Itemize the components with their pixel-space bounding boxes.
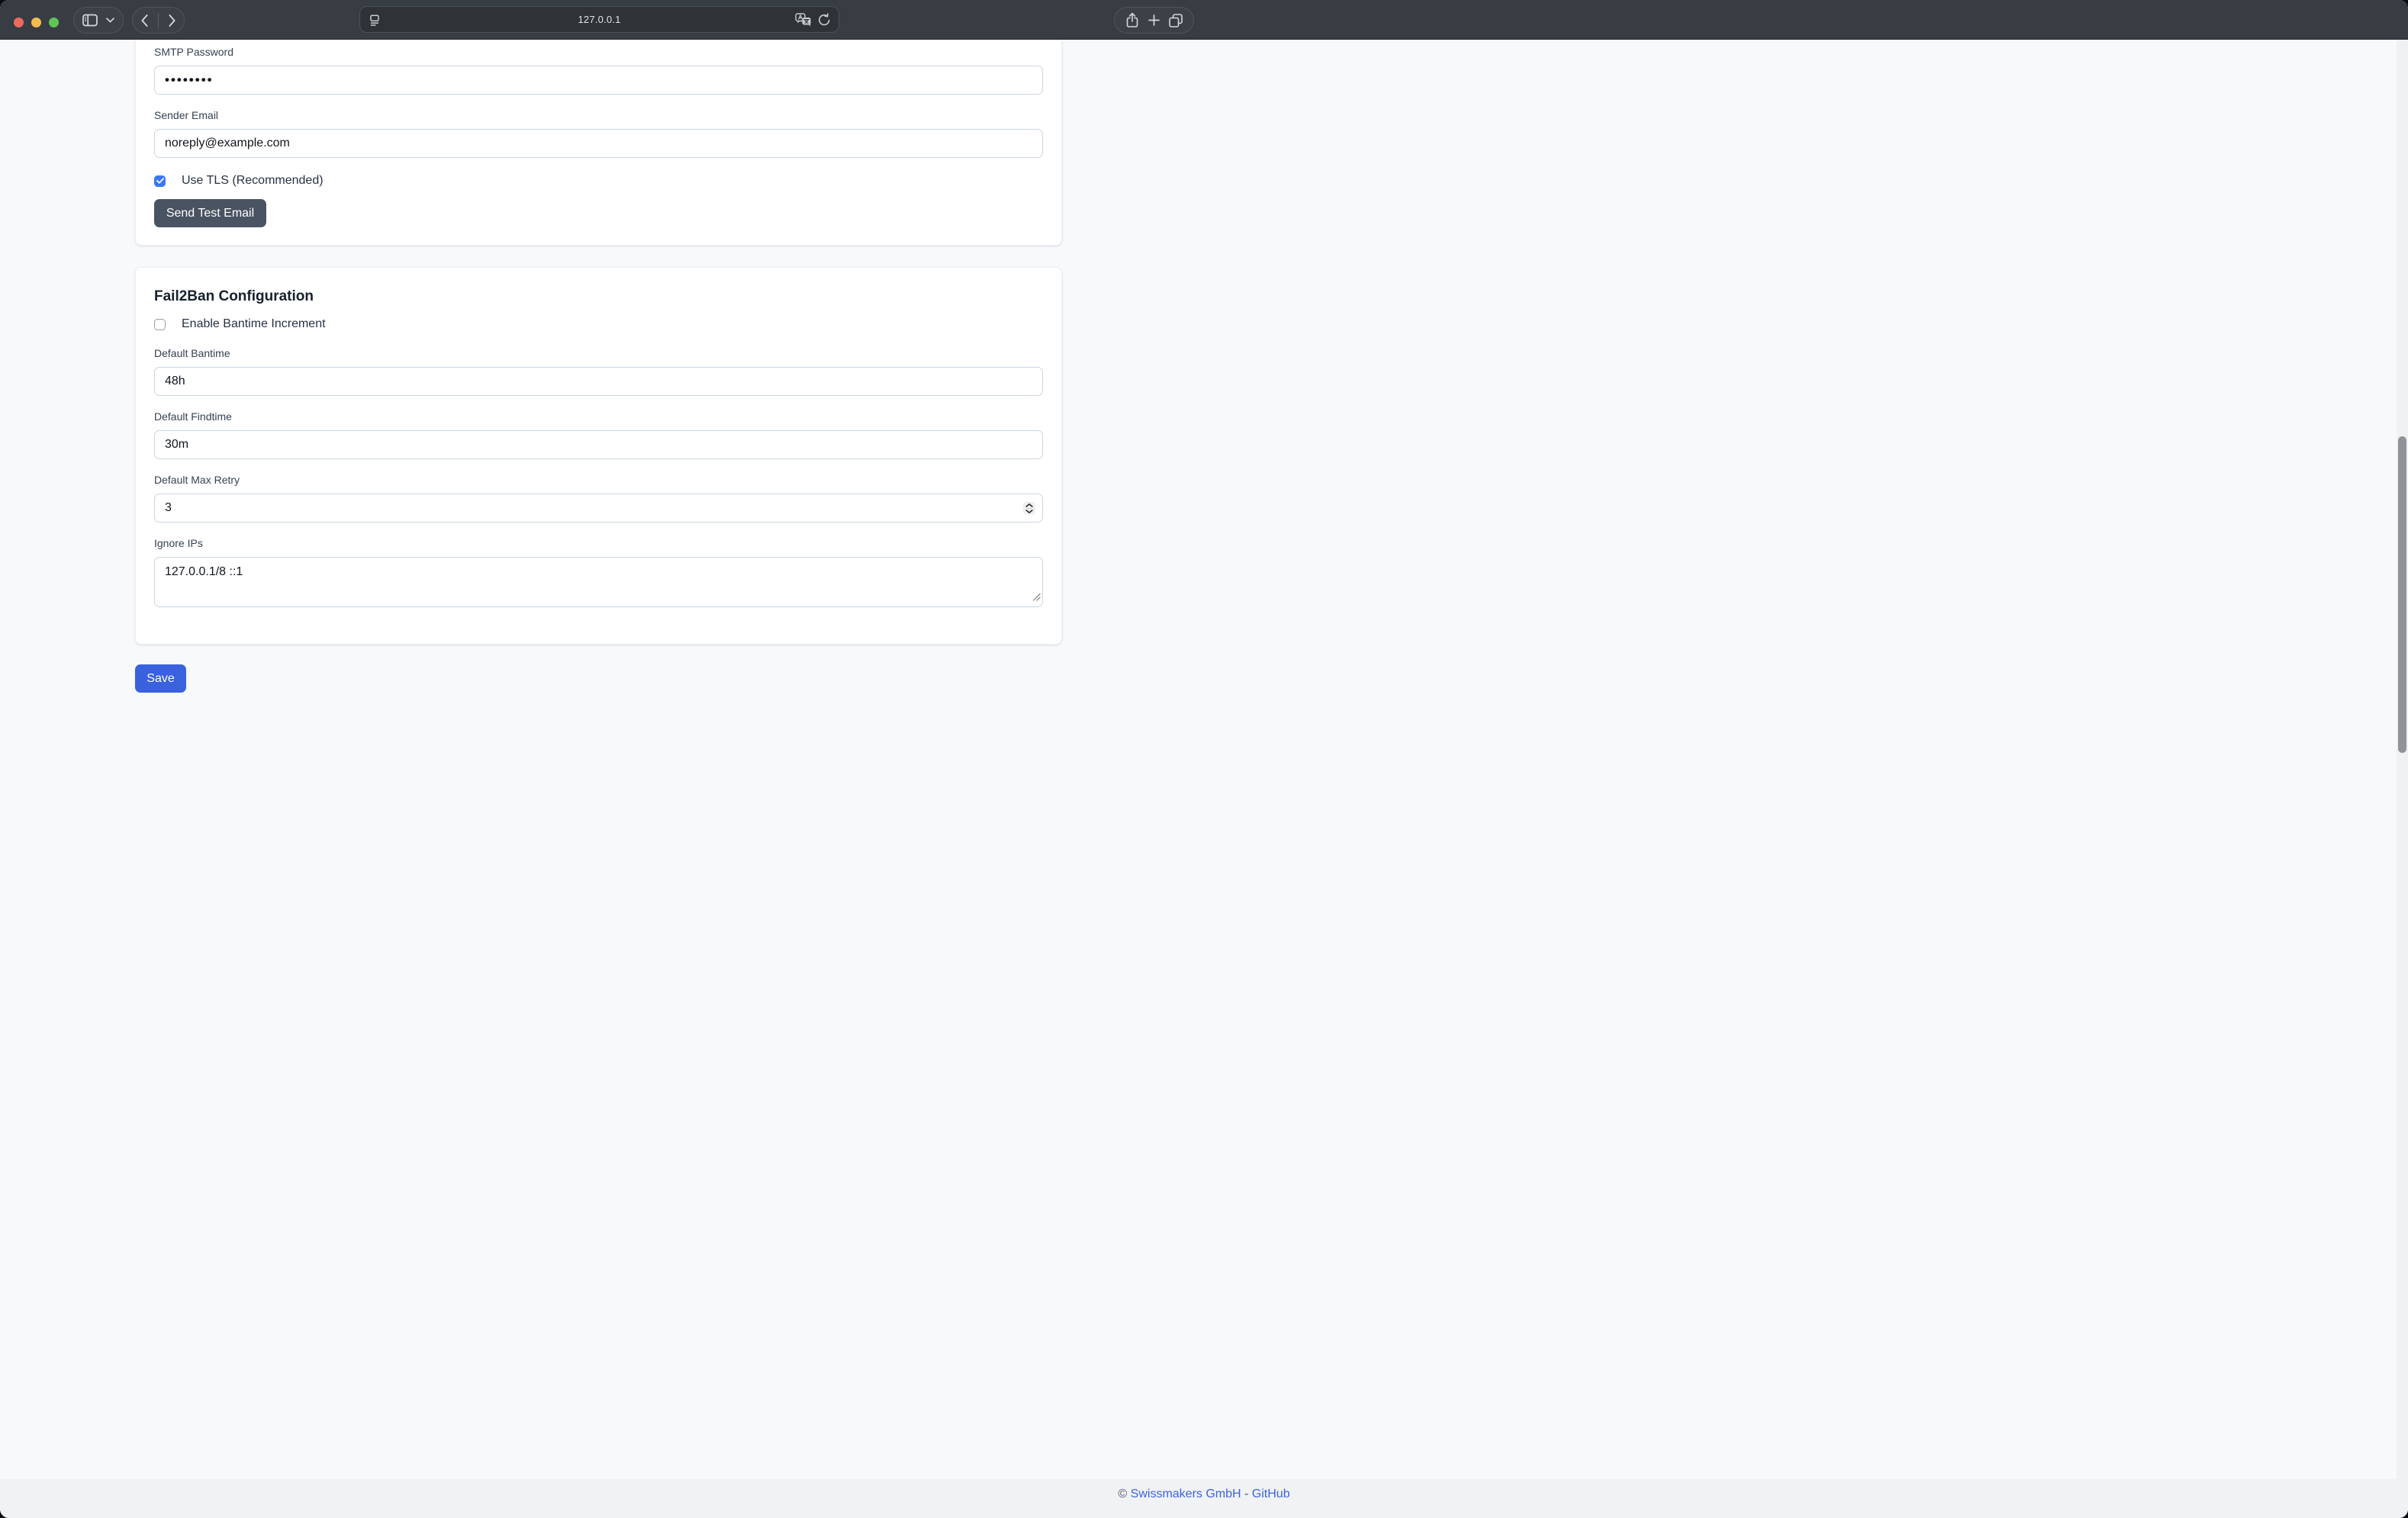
enable-bantime-label: Enable Bantime Increment — [182, 317, 326, 331]
page-footer: © Swissmakers GmbH - GitHub — [0, 1479, 2408, 1518]
toolbar-actions — [1114, 7, 1194, 34]
forward-button[interactable] — [169, 8, 175, 33]
back-button[interactable] — [141, 8, 148, 33]
sender-email-input[interactable] — [154, 129, 1043, 158]
reload-icon — [818, 13, 831, 27]
scrollbar-thumb[interactable] — [2398, 436, 2406, 753]
sender-email-label: Sender Email — [154, 108, 1043, 123]
scrollbar-track[interactable] — [2397, 40, 2408, 1518]
forward-icon — [169, 14, 175, 27]
default-findtime-label: Default Findtime — [154, 409, 1043, 424]
address-bar[interactable]: 127.0.0.1 — [359, 6, 839, 33]
company-link[interactable]: Swissmakers GmbH — [1131, 1487, 1241, 1500]
smtp-password-label: SMTP Password — [154, 44, 1043, 59]
send-test-email-button[interactable]: Send Test Email — [154, 199, 266, 227]
browser-toolbar: 127.0.0.1 — [0, 0, 2408, 40]
checkmark-icon — [156, 178, 164, 184]
back-icon — [141, 14, 148, 27]
ignore-ips-label: Ignore IPs — [154, 535, 1043, 551]
use-tls-label: Use TLS (Recommended) — [182, 174, 324, 188]
default-max-retry-label: Default Max Retry — [154, 472, 1043, 487]
minimize-window-button[interactable] — [31, 18, 41, 27]
zoom-window-button[interactable] — [49, 18, 59, 27]
save-button[interactable]: Save — [135, 664, 186, 693]
reload-button[interactable] — [818, 13, 831, 27]
copyright-symbol: © — [1118, 1487, 1127, 1500]
page-settings-icon[interactable] — [369, 14, 380, 30]
browser-window: 127.0.0.1 — [0, 0, 2408, 1518]
translate-icon — [795, 13, 811, 27]
smtp-settings-card: SMTP Password Sender Email Use TLS (Reco… — [135, 40, 1062, 246]
sidebar-menu-button[interactable] — [106, 8, 114, 33]
tab-overview-icon — [1169, 14, 1183, 27]
sidebar-icon — [82, 14, 98, 27]
share-button[interactable] — [1125, 8, 1139, 33]
default-bantime-input[interactable] — [154, 367, 1043, 396]
smtp-password-input[interactable] — [154, 66, 1043, 95]
share-icon — [1125, 12, 1139, 28]
use-tls-checkbox[interactable] — [154, 175, 166, 187]
translate-button[interactable] — [795, 13, 811, 27]
fail2ban-title: Fail2Ban Configuration — [154, 286, 1043, 307]
url-text: 127.0.0.1 — [578, 14, 620, 25]
toolbar-divider — [158, 13, 159, 28]
number-stepper[interactable] — [1023, 502, 1035, 515]
default-bantime-label: Default Bantime — [154, 346, 1043, 361]
ignore-ips-textarea[interactable]: 127.0.0.1/8 ::1 — [154, 557, 1043, 607]
default-max-retry-input[interactable] — [154, 494, 1043, 523]
new-tab-button[interactable] — [1148, 8, 1160, 33]
close-window-button[interactable] — [14, 18, 24, 27]
sidebar-toggle-button[interactable] — [82, 8, 98, 33]
stepper-arrows-icon — [1025, 503, 1033, 513]
default-findtime-input[interactable] — [154, 430, 1043, 459]
navigation-controls — [132, 7, 185, 34]
footer-separator: - — [1244, 1487, 1248, 1500]
sidebar-controls — [73, 7, 124, 34]
enable-bantime-checkbox[interactable] — [154, 319, 166, 330]
chevron-down-icon — [106, 18, 114, 23]
github-link[interactable]: GitHub — [1252, 1487, 1290, 1500]
fail2ban-card: Fail2Ban Configuration Enable Bantime In… — [135, 267, 1062, 645]
tab-overview-button[interactable] — [1169, 8, 1183, 33]
resize-handle[interactable] — [1032, 591, 1041, 605]
new-tab-icon — [1148, 14, 1160, 26]
page-content: SMTP Password Sender Email Use TLS (Reco… — [0, 40, 2408, 1518]
